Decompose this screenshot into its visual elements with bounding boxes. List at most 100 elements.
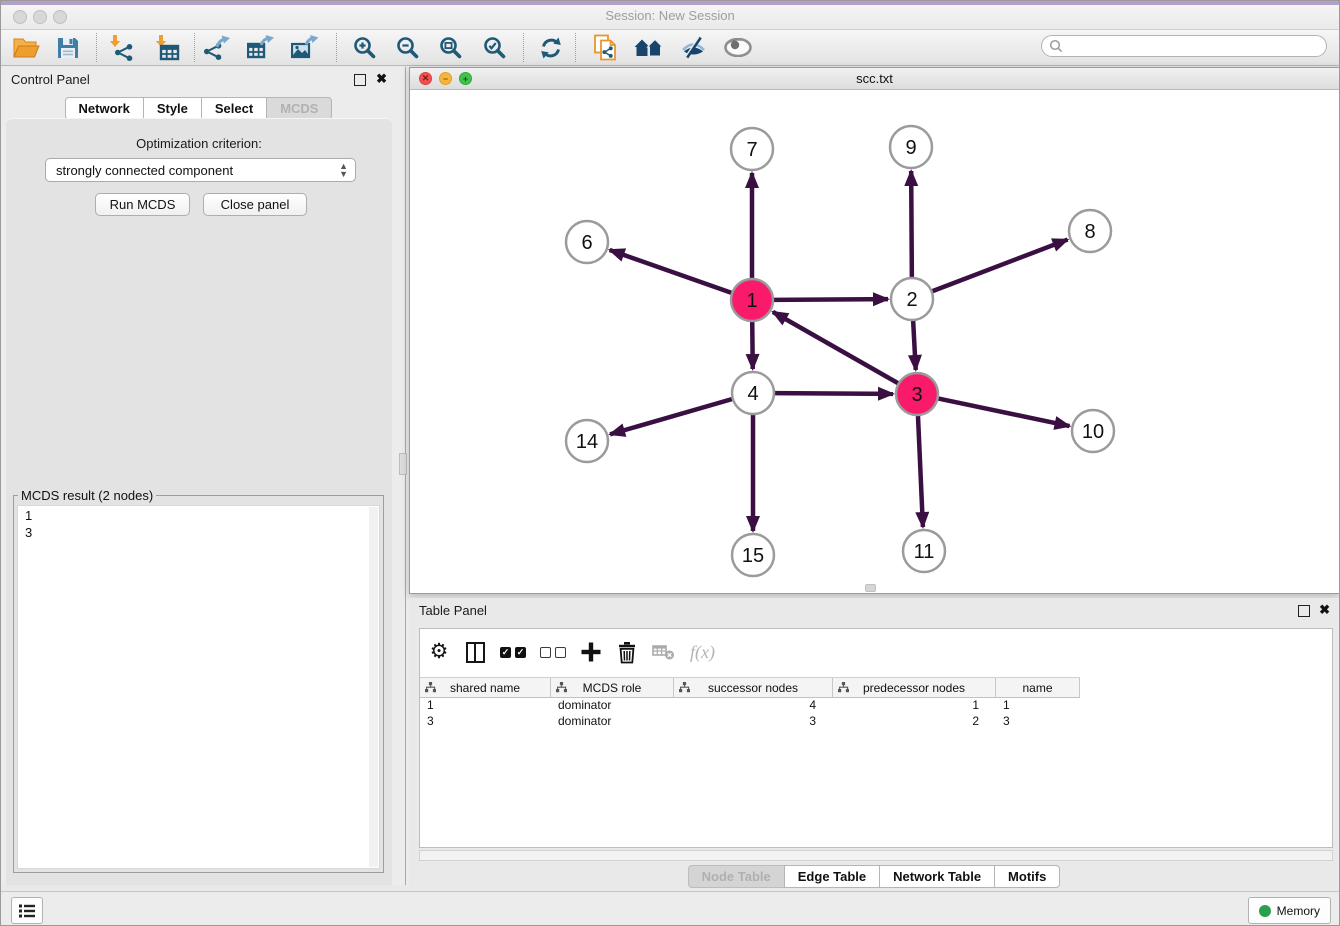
close-panel-button[interactable]: Close panel bbox=[203, 193, 307, 216]
network-view-window: ✕ − + scc.txt 1234678910111415 bbox=[409, 67, 1340, 594]
save-session-button[interactable] bbox=[51, 33, 85, 62]
float-table-panel-icon[interactable] bbox=[1298, 605, 1310, 617]
graph-edge-3-10[interactable] bbox=[939, 399, 1070, 427]
cell-shared-name[interactable]: 3 bbox=[420, 714, 551, 730]
graph-node-label-6: 6 bbox=[581, 232, 592, 254]
export-table-button[interactable] bbox=[244, 33, 278, 62]
export-network-button[interactable] bbox=[201, 33, 235, 62]
table-panel-header: Table Panel ✖ bbox=[409, 598, 1340, 624]
delete-row-button[interactable] bbox=[616, 639, 638, 665]
show-all-networks-button[interactable] bbox=[632, 33, 666, 62]
delete-table-icon bbox=[652, 643, 676, 661]
clone-network-button[interactable] bbox=[589, 33, 623, 62]
refresh-button[interactable] bbox=[534, 33, 568, 62]
search-field[interactable] bbox=[1041, 35, 1327, 57]
graph-edge-3-1[interactable] bbox=[773, 312, 898, 383]
graph-edge-2-8[interactable] bbox=[933, 240, 1068, 292]
column-header-successor-nodes[interactable]: successor nodes bbox=[674, 678, 833, 697]
graph-edge-1-2[interactable] bbox=[774, 299, 888, 300]
columns-icon bbox=[466, 642, 485, 663]
graph-node-label-2: 2 bbox=[906, 289, 917, 311]
table-panel-tabs: Node Table Edge Table Network Table Moti… bbox=[409, 865, 1340, 888]
table-horizontal-scrollbar[interactable] bbox=[419, 850, 1333, 861]
cell-name[interactable]: 1 bbox=[996, 698, 1080, 714]
table-settings-button[interactable]: ⚙ bbox=[428, 639, 450, 665]
memory-button[interactable]: Memory bbox=[1248, 897, 1331, 924]
tab-select[interactable]: Select bbox=[201, 97, 267, 120]
open-file-button[interactable] bbox=[9, 33, 43, 62]
select-all-button[interactable]: ✓✓ bbox=[500, 639, 526, 665]
tab-motifs[interactable]: Motifs bbox=[994, 865, 1060, 888]
cell-mcds-role[interactable]: dominator bbox=[551, 698, 674, 714]
graph-edge-3-11[interactable] bbox=[918, 416, 923, 527]
graph-edge-2-3[interactable] bbox=[913, 321, 916, 370]
search-icon bbox=[1049, 39, 1063, 53]
column-header-name[interactable]: name bbox=[996, 678, 1080, 697]
column-header-predecessor-nodes[interactable]: predecessor nodes bbox=[833, 678, 996, 697]
mcds-result-title: MCDS result (2 nodes) bbox=[18, 488, 156, 503]
panel-divider[interactable] bbox=[397, 67, 409, 885]
divider-grip[interactable] bbox=[399, 453, 407, 475]
tab-style[interactable]: Style bbox=[143, 97, 202, 120]
float-panel-icon[interactable] bbox=[354, 74, 366, 86]
column-header-mcds-role[interactable]: MCDS role bbox=[551, 678, 674, 697]
tree-icon bbox=[679, 682, 690, 693]
network-canvas[interactable]: 1234678910111415 bbox=[410, 90, 1339, 593]
export-table-icon bbox=[247, 35, 275, 61]
canvas-scrollbar-handle[interactable] bbox=[865, 584, 876, 592]
table-row[interactable]: 3 dominator 3 2 3 bbox=[420, 714, 1080, 730]
eye-icon bbox=[724, 38, 752, 57]
zoom-in-button[interactable] bbox=[347, 33, 381, 62]
plus-icon bbox=[580, 641, 602, 663]
optimization-criterion-select[interactable]: strongly connected component ▲▼ bbox=[45, 158, 356, 182]
select-chevrons-icon: ▲▼ bbox=[339, 162, 348, 178]
close-table-panel-icon[interactable]: ✖ bbox=[1319, 603, 1330, 617]
cell-shared-name[interactable]: 1 bbox=[420, 698, 551, 714]
graph-edge-4-14[interactable] bbox=[610, 399, 732, 434]
graph-edge-2-9[interactable] bbox=[911, 171, 912, 277]
mcds-result-scrollbar[interactable] bbox=[369, 507, 378, 867]
tree-icon bbox=[425, 682, 436, 693]
graph-edge-4-3[interactable] bbox=[775, 393, 893, 394]
run-mcds-button[interactable]: Run MCDS bbox=[95, 193, 190, 216]
table-panel-title: Table Panel bbox=[419, 603, 487, 618]
graph-edge-1-6[interactable] bbox=[610, 250, 732, 293]
cell-predecessor-nodes[interactable]: 2 bbox=[833, 714, 996, 730]
cell-mcds-role[interactable]: dominator bbox=[551, 714, 674, 730]
tab-mcds[interactable]: MCDS bbox=[266, 97, 332, 120]
task-history-button[interactable] bbox=[11, 897, 43, 924]
titlebar: Session: New Session bbox=[1, 5, 1339, 30]
graph-edge-1-4[interactable] bbox=[752, 322, 753, 369]
import-table-button[interactable] bbox=[149, 33, 183, 62]
zoom-fit-button[interactable] bbox=[433, 33, 467, 62]
tab-network-table[interactable]: Network Table bbox=[879, 865, 995, 888]
cell-successor-nodes[interactable]: 4 bbox=[674, 698, 833, 714]
export-network-icon bbox=[204, 35, 232, 61]
add-row-button[interactable] bbox=[580, 639, 602, 665]
zoom-out-icon bbox=[396, 36, 419, 59]
tab-node-table[interactable]: Node Table bbox=[688, 865, 785, 888]
table-row[interactable]: 1 dominator 4 1 1 bbox=[420, 698, 1080, 714]
hide-selected-button[interactable] bbox=[676, 33, 710, 62]
close-panel-icon[interactable]: ✖ bbox=[376, 72, 387, 86]
graph-node-label-11: 11 bbox=[914, 541, 935, 563]
cell-predecessor-nodes[interactable]: 1 bbox=[833, 698, 996, 714]
cell-successor-nodes[interactable]: 3 bbox=[674, 714, 833, 730]
tab-edge-table[interactable]: Edge Table bbox=[784, 865, 880, 888]
zoom-out-button[interactable] bbox=[390, 33, 424, 62]
import-network-icon bbox=[106, 35, 134, 61]
column-panel-button[interactable] bbox=[464, 639, 486, 665]
column-header-shared-name[interactable]: shared name bbox=[420, 678, 551, 697]
export-image-button[interactable] bbox=[288, 33, 322, 62]
show-eye-button[interactable] bbox=[721, 33, 755, 62]
control-panel-title: Control Panel bbox=[11, 72, 90, 87]
search-input[interactable] bbox=[1067, 38, 1326, 54]
import-network-button[interactable] bbox=[103, 33, 137, 62]
tab-network[interactable]: Network bbox=[65, 97, 144, 120]
deselect-all-button[interactable] bbox=[540, 639, 566, 665]
zoom-selected-icon bbox=[483, 36, 506, 59]
zoom-selected-button[interactable] bbox=[477, 33, 511, 62]
mcds-result-textarea[interactable]: 1 3 bbox=[17, 505, 380, 869]
cell-name[interactable]: 3 bbox=[996, 714, 1080, 730]
zoom-fit-icon bbox=[439, 36, 462, 59]
